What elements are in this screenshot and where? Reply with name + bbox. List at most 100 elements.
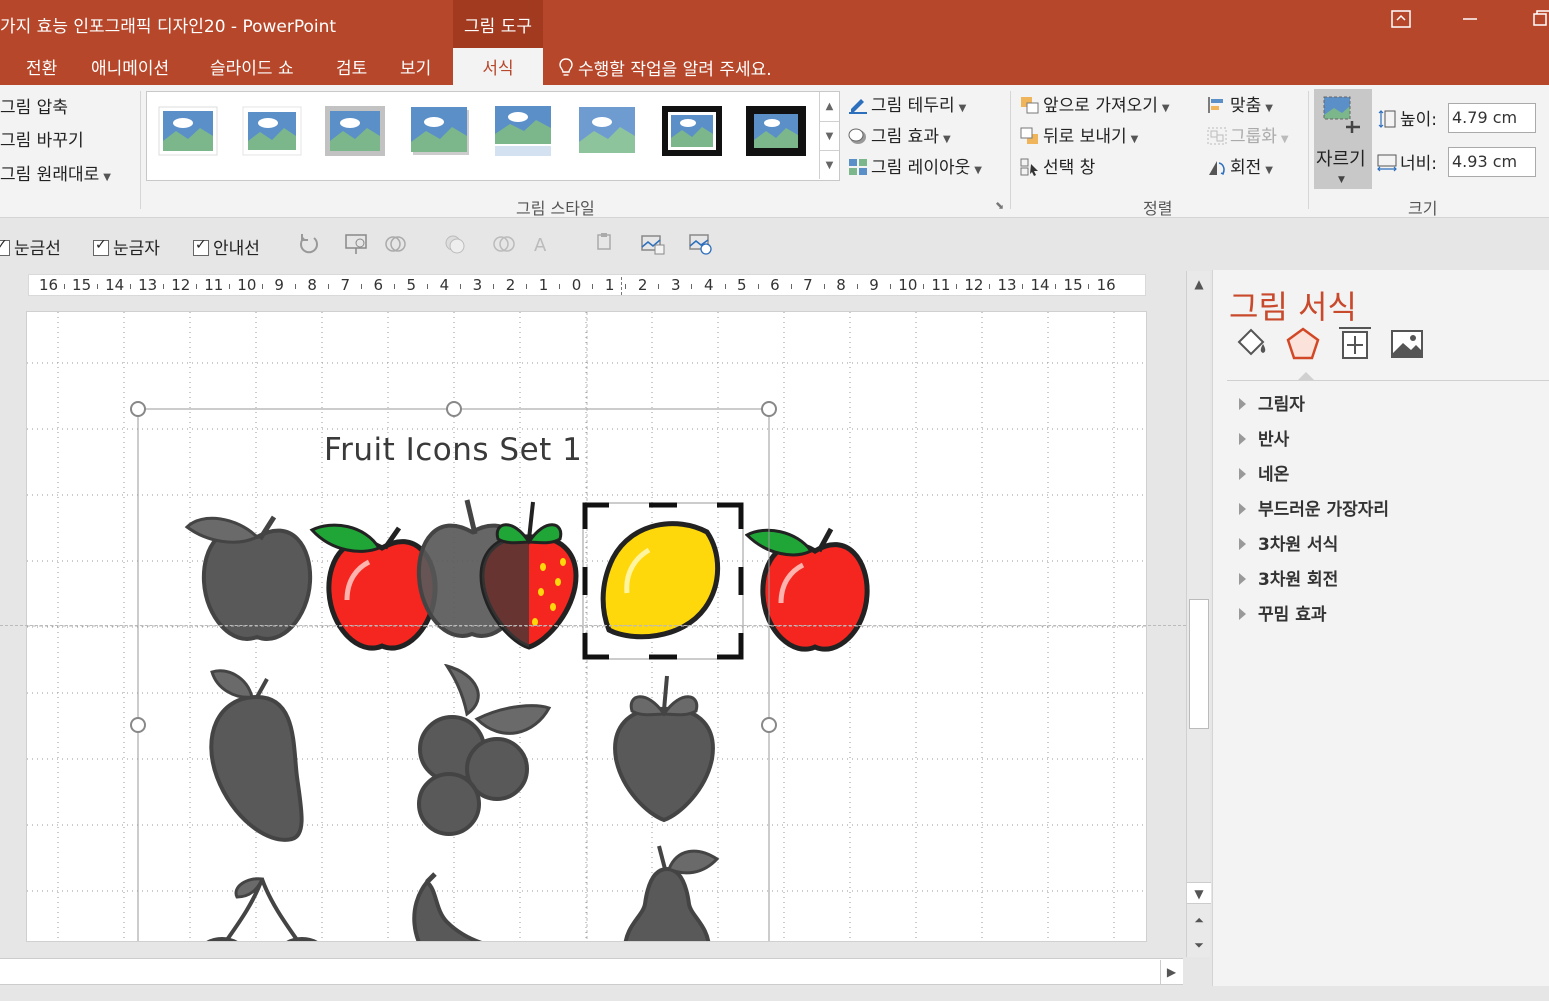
send-backward-button[interactable]: 뒤로 보내기 ▼ <box>1020 122 1138 147</box>
vertical-scrollbar[interactable]: ▲ ▼ ⏶ ⏷ <box>1186 271 1211 957</box>
dialog-launcher-icon[interactable]: ⬊ <box>995 199 1004 212</box>
horizontal-scrollbar[interactable] <box>0 958 1183 985</box>
ruler-number: 7 <box>803 276 813 294</box>
gray-banana-icon[interactable] <box>387 872 557 942</box>
gray-strawberry-icon[interactable] <box>605 674 723 824</box>
scrollbar-thumb[interactable] <box>1189 599 1209 729</box>
gray-pear-icon[interactable] <box>607 844 727 942</box>
section-glow[interactable]: 네온 <box>1239 460 1289 485</box>
tell-me-box[interactable]: 수행할 작업을 알려 주세요. <box>558 55 772 80</box>
align-button[interactable]: 맞춤 ▼ <box>1207 91 1273 116</box>
slide-canvas[interactable]: Fruit Icons Set 1 <box>26 311 1147 942</box>
gallery-more-icon[interactable]: ▼ <box>819 150 839 179</box>
compress-pictures-button[interactable]: 그림 압축 <box>0 93 68 118</box>
slide-title[interactable]: Fruit Icons Set 1 <box>324 432 582 468</box>
tell-me-text: 수행할 작업을 알려 주세요. <box>578 60 772 80</box>
style-thumb-simple-frame[interactable] <box>158 106 218 156</box>
section-3d-format[interactable]: 3차원 서식 <box>1239 530 1338 555</box>
ruler-tick <box>327 284 329 289</box>
style-thumb-reflected[interactable] <box>494 106 554 156</box>
width-input[interactable]: 4.93 cm <box>1448 147 1536 177</box>
reset-picture-button[interactable]: 그림 원래대로 ▼ <box>0 160 111 185</box>
gridlines-checkbox[interactable]: 눈금선 <box>0 234 61 259</box>
shape-outline-icon[interactable] <box>491 232 517 256</box>
gray-mango-icon[interactable] <box>197 667 317 847</box>
resize-handle[interactable] <box>446 401 462 417</box>
minimize-icon[interactable] <box>1458 10 1482 34</box>
section-label: 꾸밈 효과 <box>1258 605 1327 625</box>
width-label: 너비: <box>1400 154 1438 174</box>
style-thumb-black-rect[interactable] <box>746 106 806 156</box>
picture-effects-button[interactable]: 그림 효과 ▼ <box>848 122 951 147</box>
bring-forward-button[interactable]: 앞으로 가져오기 ▼ <box>1020 91 1170 116</box>
ruler-number: 6 <box>373 276 384 294</box>
picture-border-button[interactable]: 그림 테두리 ▼ <box>848 91 966 116</box>
height-icon <box>1378 110 1396 128</box>
arrange-group-label: 정렬 <box>1143 199 1173 218</box>
undo-icon[interactable] <box>296 232 322 256</box>
crop-selection-frame[interactable] <box>581 501 745 661</box>
tab-format[interactable]: 서식 <box>453 48 543 85</box>
next-slide-icon[interactable]: ⏷ <box>1187 934 1211 956</box>
ruler-checkbox[interactable]: 눈금자 <box>93 234 160 259</box>
scroll-down-icon[interactable]: ▼ <box>1187 882 1211 904</box>
section-reflection[interactable]: 반사 <box>1239 425 1289 450</box>
picture-from-web-icon[interactable] <box>688 232 714 256</box>
style-thumb-soft-edge[interactable] <box>578 106 638 156</box>
resize-handle[interactable] <box>130 717 146 733</box>
resize-handle[interactable] <box>130 401 146 417</box>
crop-button[interactable]: 자르기 ▼ <box>1314 89 1372 189</box>
tab-view[interactable]: 보기 <box>400 54 431 79</box>
section-label: 네온 <box>1258 465 1290 485</box>
selection-pane-button[interactable]: 선택 창 <box>1020 153 1095 178</box>
fill-line-icon[interactable] <box>1233 326 1269 362</box>
section-label: 반사 <box>1258 430 1290 450</box>
chevron-down-icon: ▼ <box>103 172 111 183</box>
strawberry-icon[interactable] <box>473 497 585 652</box>
section-soft-edges[interactable]: 부드러운 가장자리 <box>1239 495 1389 520</box>
format-painter-icon[interactable] <box>592 232 618 256</box>
previous-slide-icon[interactable]: ⏶ <box>1187 909 1211 931</box>
resize-handle[interactable] <box>761 717 777 733</box>
style-thumb-soft-frame[interactable] <box>242 106 302 156</box>
ruler-tick <box>427 284 429 289</box>
style-thumb-thick-black[interactable] <box>662 106 722 156</box>
guides-checkbox[interactable]: 안내선 <box>193 234 260 259</box>
bring-forward-icon <box>1021 97 1039 114</box>
change-picture-button[interactable]: 그림 바꾸기 <box>0 126 84 151</box>
picture-layout-button[interactable]: 그림 레이아웃 ▼ <box>848 153 982 178</box>
tab-review[interactable]: 검토 <box>336 54 367 79</box>
section-shadow[interactable]: 그림자 <box>1239 390 1305 415</box>
tab-transitions[interactable]: 전환 <box>26 54 57 79</box>
insert-picture-icon[interactable] <box>640 232 666 256</box>
style-thumb-shadow[interactable] <box>410 106 470 156</box>
style-thumb-gray-frame[interactable] <box>325 106 385 156</box>
text-effects-icon[interactable]: A <box>531 232 557 256</box>
tab-animations[interactable]: 애니메이션 <box>91 54 169 79</box>
picture-icon[interactable] <box>1389 326 1425 362</box>
ruler-number: 8 <box>307 276 317 294</box>
tab-slideshow[interactable]: 슬라이드 쇼 <box>210 54 294 79</box>
red-apple-icon[interactable] <box>745 517 885 659</box>
gray-blueberry-icon[interactable] <box>397 664 557 844</box>
gray-cherry-icon[interactable] <box>192 877 332 942</box>
present-icon[interactable] <box>344 232 370 256</box>
effects-icon[interactable] <box>1285 326 1321 362</box>
gallery-scroll-up-icon[interactable]: ▲ <box>819 92 839 121</box>
scroll-up-icon[interactable]: ▲ <box>1187 273 1211 295</box>
section-3d-rotation[interactable]: 3차원 회전 <box>1239 565 1338 590</box>
shape-effects-icon[interactable] <box>383 232 409 256</box>
group-button[interactable]: 그룹화 ▼ <box>1207 122 1289 147</box>
restore-icon[interactable] <box>1527 10 1549 34</box>
rotate-button[interactable]: 회전 ▼ <box>1207 153 1273 178</box>
scroll-right-icon[interactable]: ▶ <box>1160 960 1182 984</box>
section-artistic-effects[interactable]: 꾸밈 효과 <box>1239 600 1326 625</box>
shape-fill-icon[interactable] <box>442 232 468 256</box>
group-divider <box>1308 91 1309 209</box>
ruler-number: 5 <box>406 276 417 294</box>
resize-handle[interactable] <box>761 401 777 417</box>
ribbon-display-icon[interactable] <box>1389 10 1413 34</box>
height-input[interactable]: 4.79 cm <box>1448 103 1536 133</box>
gallery-scroll-down-icon[interactable]: ▼ <box>819 121 839 150</box>
size-properties-icon[interactable] <box>1337 326 1373 362</box>
